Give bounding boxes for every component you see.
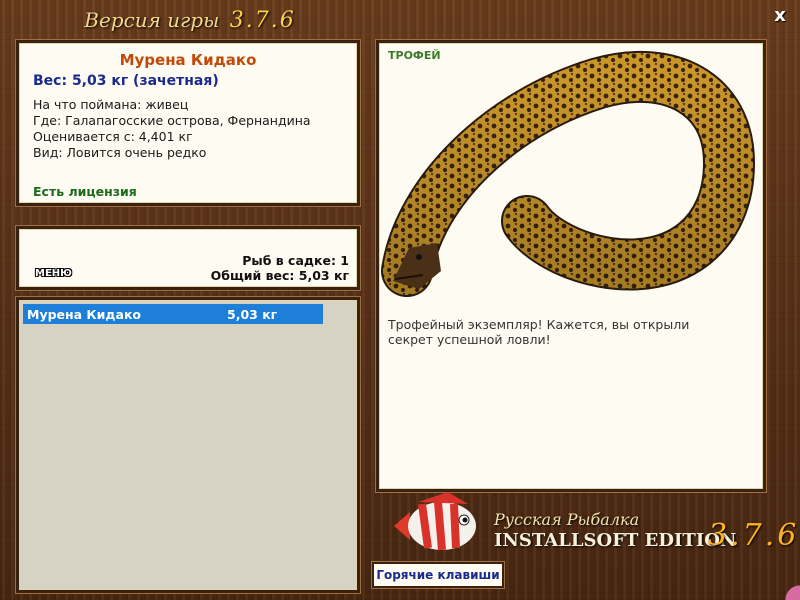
close-icon: x bbox=[774, 5, 786, 26]
menu-button[interactable]: МЕНЮ bbox=[35, 268, 72, 279]
fish-count: Рыб в садке: 1 bbox=[242, 253, 349, 268]
logo-title: Русская Рыбалка bbox=[494, 510, 640, 529]
corner-decoration bbox=[780, 570, 800, 600]
catch-item-name: Мурена Кидако bbox=[27, 307, 142, 322]
close-button[interactable]: x bbox=[770, 6, 790, 26]
catch-list-item[interactable]: Мурена Кидако 5,03 кг bbox=[23, 304, 323, 324]
game-version-title: Версия игры 3.7.6 bbox=[0, 8, 380, 33]
fish-name: Мурена Кидако bbox=[119, 51, 257, 69]
fish-logo-icon bbox=[394, 492, 476, 551]
trophy-panel: ТРОФЕЙ Трофейный экземпляр! Кажется, вы … bbox=[376, 40, 766, 492]
catch-list: Мурена Кидако 5,03 кг bbox=[16, 297, 360, 593]
fish-rated-from: Оценивается с: 4,401 кг bbox=[33, 129, 193, 144]
catch-item-weight: 5,03 кг bbox=[227, 307, 278, 322]
stats-panel: МЕНЮ Рыб в садке: 1 Общий вес: 5,03 кг bbox=[16, 226, 360, 290]
fish-location: Где: Галапагосские острова, Фернандина bbox=[33, 113, 311, 128]
license-status: Есть лицензия bbox=[33, 184, 137, 199]
game-version-label: Версия игры bbox=[84, 8, 220, 32]
fish-bait: На что поймана: живец bbox=[33, 97, 189, 112]
fish-rarity: Вид: Ловится очень редко bbox=[33, 145, 207, 160]
fish-weight: Вес: 5,03 кг (зачетная) bbox=[33, 73, 219, 89]
logo-version: 3.7.6 bbox=[708, 518, 800, 553]
fish-info-panel: Мурена Кидако Вес: 5,03 кг (зачетная) На… bbox=[16, 40, 360, 206]
total-weight: Общий вес: 5,03 кг bbox=[210, 268, 349, 283]
russian-fishing-logo: Русская Рыбалка INSTALLSOFT EDITION 3.7.… bbox=[388, 490, 800, 560]
moray-eel-image bbox=[381, 50, 756, 297]
logo-edition: INSTALLSOFT EDITION bbox=[494, 530, 737, 551]
hotkeys-button[interactable]: Горячие клавиши bbox=[372, 562, 504, 588]
game-version-number: 3.7.6 bbox=[229, 8, 296, 33]
trophy-description: Трофейный экземпляр! Кажется, вы открыли… bbox=[388, 317, 690, 347]
